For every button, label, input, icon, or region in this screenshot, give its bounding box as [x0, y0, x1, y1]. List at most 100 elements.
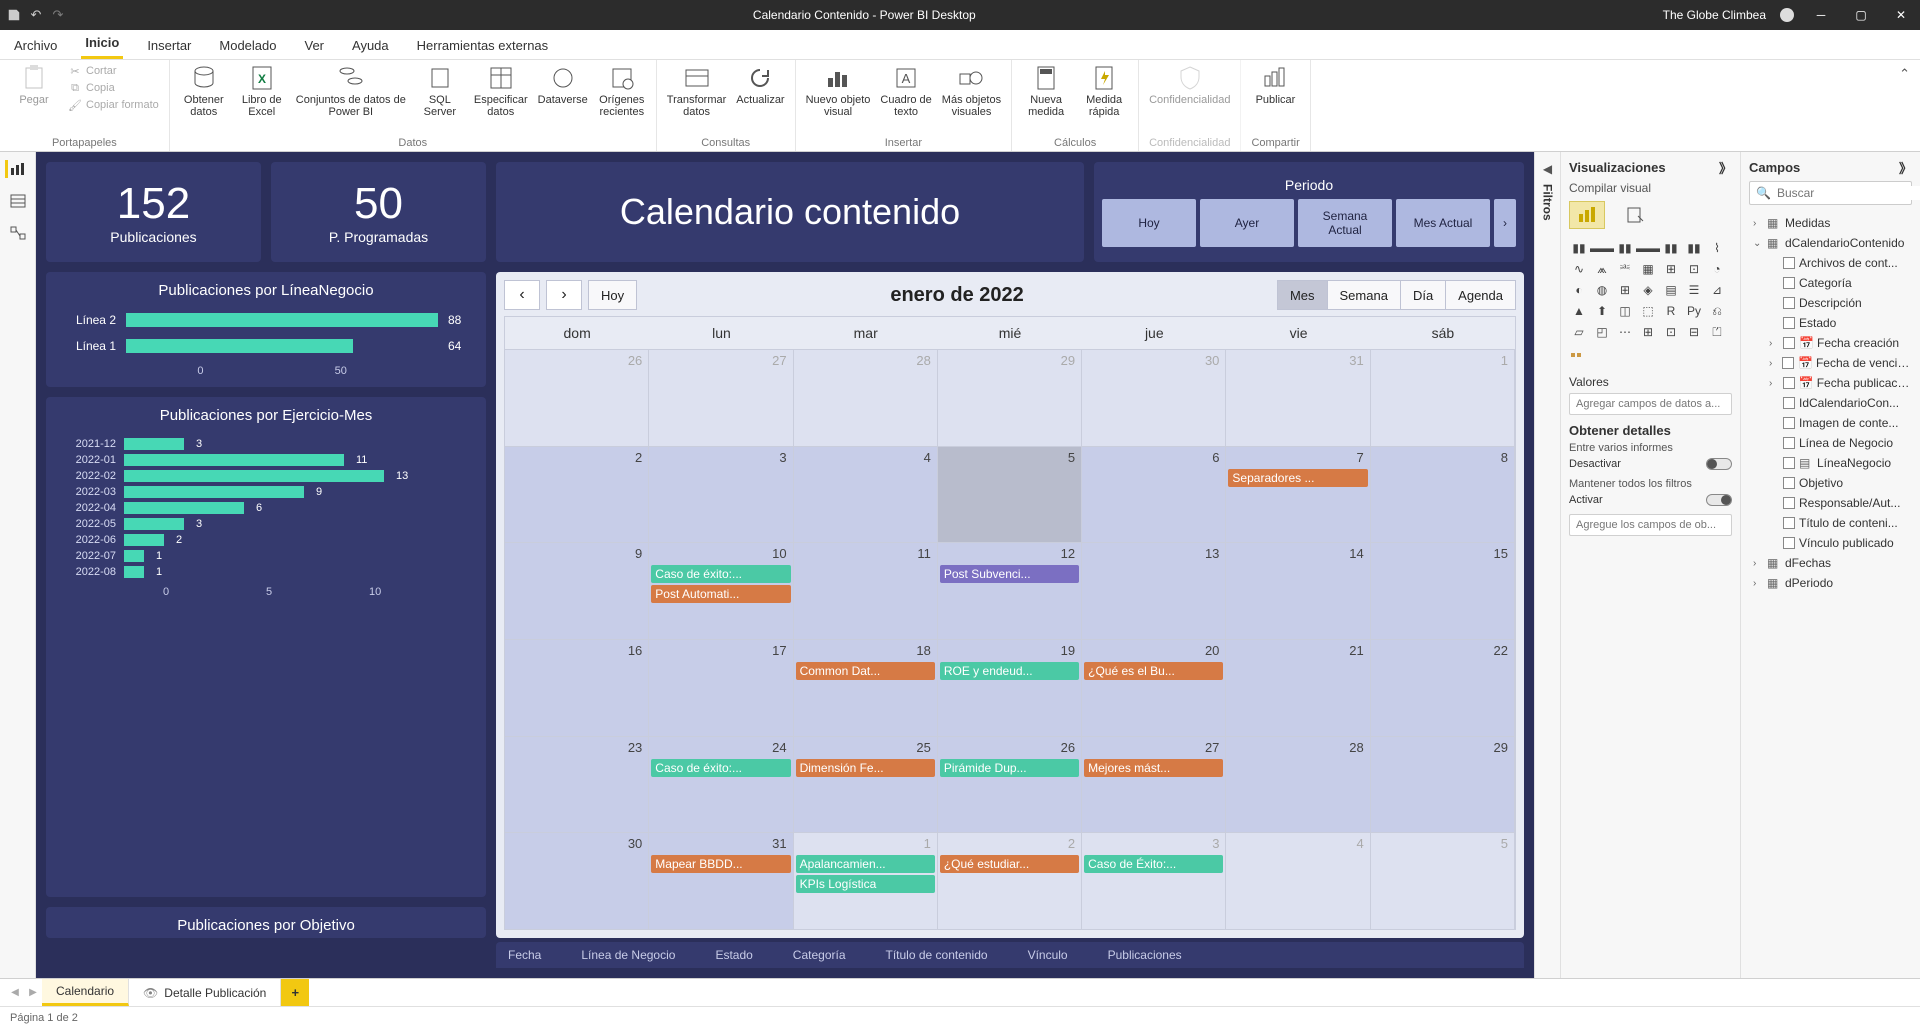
viz-type-icon[interactable]: ◈: [1638, 281, 1658, 299]
cut-button[interactable]: ✂Cortar: [68, 64, 159, 78]
values-dropzone[interactable]: Agregar campos de datos a...: [1569, 393, 1732, 415]
viz-type-icon[interactable]: ⌇: [1707, 239, 1727, 257]
calendar-day[interactable]: 4: [794, 446, 938, 543]
field-item[interactable]: Título de conteni...: [1749, 513, 1912, 533]
calendar-day[interactable]: 22: [1371, 639, 1515, 736]
calendar-event[interactable]: Apalancamien...: [796, 855, 935, 873]
table-dfechas[interactable]: ›▦dFechas: [1749, 553, 1912, 573]
sensitivity-button[interactable]: Confidencialidad: [1149, 64, 1230, 106]
calendar-day[interactable]: 9: [505, 542, 649, 639]
collapse-fields-icon[interactable]: 》: [1899, 158, 1912, 177]
field-item[interactable]: Imagen de conte...: [1749, 413, 1912, 433]
avatar-icon[interactable]: [1780, 8, 1794, 22]
checkbox[interactable]: [1783, 417, 1795, 429]
calendar-day[interactable]: 5: [1371, 832, 1515, 929]
transform-button[interactable]: Transformar datos: [667, 64, 727, 118]
calendar-day[interactable]: 21: [1226, 639, 1370, 736]
field-item[interactable]: Objetivo: [1749, 473, 1912, 493]
menu-item-modelado[interactable]: Modelado: [215, 32, 280, 59]
field-item[interactable]: ▤LíneaNegocio: [1749, 453, 1912, 473]
undo-icon[interactable]: ↶: [28, 7, 44, 23]
calendar-day[interactable]: 7Separadores ...: [1226, 446, 1370, 543]
minimize-button[interactable]: ─: [1808, 8, 1834, 22]
checkbox[interactable]: [1783, 457, 1795, 469]
calendar-day[interactable]: 10Caso de éxito:...Post Automati...: [649, 542, 793, 639]
calendar-day[interactable]: 20¿Qué es el Bu...: [1082, 639, 1226, 736]
new-measure-button[interactable]: Nueva medida: [1022, 64, 1070, 118]
viz-type-icon[interactable]: ▬▬: [1638, 239, 1658, 257]
calendar-day[interactable]: 25Dimensión Fe...: [794, 736, 938, 833]
calendar-day[interactable]: 18Common Dat...: [794, 639, 938, 736]
checkbox[interactable]: [1783, 437, 1795, 449]
viz-type-icon[interactable]: ▤: [1661, 281, 1681, 299]
calendar-day[interactable]: 31Mapear BBDD...: [649, 832, 793, 929]
redo-icon[interactable]: ↷: [50, 7, 66, 23]
calendar-day[interactable]: 27Mejores mást...: [1082, 736, 1226, 833]
viz-type-icon[interactable]: ⎃: [1615, 260, 1635, 278]
calendar-day[interactable]: 29: [1371, 736, 1515, 833]
field-item[interactable]: Línea de Negocio: [1749, 433, 1912, 453]
expand-filters-icon[interactable]: ◀: [1543, 162, 1552, 176]
viz-type-icon[interactable]: ⊡: [1684, 260, 1704, 278]
get-data-button[interactable]: Obtener datos: [180, 64, 228, 118]
viz-type-icon[interactable]: ⩕: [1592, 260, 1612, 278]
sql-button[interactable]: SQL Server: [416, 64, 464, 118]
calendar-day[interactable]: 3: [649, 446, 793, 543]
table-dcalendario[interactable]: ⌄▦dCalendarioContenido: [1749, 233, 1912, 253]
table-medidas[interactable]: ›▦Medidas: [1749, 213, 1912, 233]
viz-type-icon[interactable]: ◫: [1615, 302, 1635, 320]
pbi-datasets-button[interactable]: Conjuntos de datos de Power BI: [296, 64, 406, 118]
calendar-event[interactable]: Caso de Éxito:...: [1084, 855, 1223, 873]
page-tab[interactable]: 👁Detalle Publicación: [129, 979, 281, 1006]
kpi-pub-card[interactable]: 152 Publicaciones: [46, 162, 261, 262]
periodo-btn[interactable]: Hoy: [1102, 199, 1196, 247]
field-item[interactable]: ›📅Fecha de vencim...: [1749, 353, 1912, 373]
viz-type-icon[interactable]: ∿: [1569, 260, 1589, 278]
menu-item-insertar[interactable]: Insertar: [143, 32, 195, 59]
calendar-day[interactable]: 29: [938, 349, 1082, 446]
calendar-day[interactable]: 2: [505, 446, 649, 543]
dataverse-button[interactable]: Dataverse: [538, 64, 588, 106]
calendar-day[interactable]: 13: [1082, 542, 1226, 639]
format-visual-icon[interactable]: [1617, 201, 1653, 229]
enter-data-button[interactable]: Especificar datos: [474, 64, 528, 118]
viz-type-icon[interactable]: ⊟: [1684, 323, 1704, 341]
viz-type-icon[interactable]: R: [1661, 302, 1681, 320]
calendar-event[interactable]: Post Automati...: [651, 585, 790, 603]
viz-type-icon[interactable]: ▱: [1569, 323, 1589, 341]
calendar-day[interactable]: 2¿Qué estudiar...: [938, 832, 1082, 929]
calendar-event[interactable]: ¿Qué estudiar...: [940, 855, 1079, 873]
field-item[interactable]: IdCalendarioCon...: [1749, 393, 1912, 413]
checkbox[interactable]: [1783, 477, 1795, 489]
field-item[interactable]: ›📅Fecha publicación: [1749, 373, 1912, 393]
viz-type-icon[interactable]: ▲: [1569, 302, 1589, 320]
viz-type-icon[interactable]: ☰: [1684, 281, 1704, 299]
search-input[interactable]: [1777, 186, 1920, 200]
copy-button[interactable]: ⧉Copia: [68, 81, 159, 95]
new-visual-button[interactable]: Nuevo objeto visual: [806, 64, 871, 118]
calendar-day[interactable]: 23: [505, 736, 649, 833]
model-view-icon[interactable]: [8, 224, 28, 242]
cal-prev-button[interactable]: ‹: [504, 280, 540, 310]
viz-type-icon[interactable]: ▮▮: [1661, 239, 1681, 257]
viz-type-icon[interactable]: ▮▮: [1684, 239, 1704, 257]
calendar-day[interactable]: 3Caso de Éxito:...: [1082, 832, 1226, 929]
calendar-day[interactable]: 12Post Subvenci...: [938, 542, 1082, 639]
viz-type-icon[interactable]: ▬▬: [1592, 239, 1612, 257]
viz-more-icon[interactable]: [1569, 351, 1587, 367]
checkbox[interactable]: [1783, 537, 1795, 549]
calendar-day[interactable]: 15: [1371, 542, 1515, 639]
checkbox[interactable]: [1783, 517, 1795, 529]
calendar-day[interactable]: 26Pirámide Dup...: [938, 736, 1082, 833]
field-item[interactable]: Descripción: [1749, 293, 1912, 313]
periodo-next-icon[interactable]: ›: [1494, 199, 1516, 247]
add-page-button[interactable]: +: [281, 979, 309, 1006]
more-visuals-button[interactable]: Más objetos visuales: [942, 64, 1001, 118]
periodo-btn[interactable]: Mes Actual: [1396, 199, 1490, 247]
calendar-day[interactable]: 11: [794, 542, 938, 639]
calendar-event[interactable]: Mejores mást...: [1084, 759, 1223, 777]
crossreport-toggle[interactable]: [1706, 458, 1732, 470]
filters-pane-collapsed[interactable]: ◀ Filtros: [1534, 152, 1560, 978]
close-button[interactable]: ✕: [1888, 8, 1914, 22]
viz-type-icon[interactable]: ◍: [1592, 281, 1612, 299]
